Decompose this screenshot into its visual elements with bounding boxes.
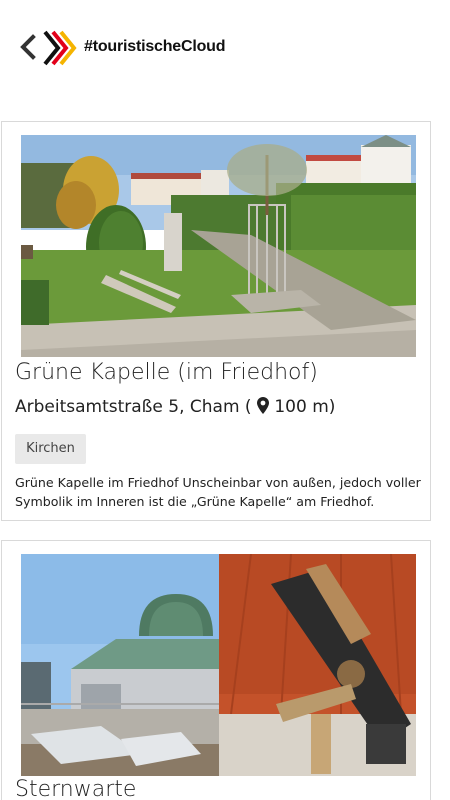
brand-title: #touristischeCloud <box>84 38 226 55</box>
chevron-left-icon[interactable] <box>18 34 38 60</box>
category-tag[interactable]: Kirchen <box>15 434 86 464</box>
distance-text: 100 m) <box>274 397 336 417</box>
poi-photo <box>21 135 416 357</box>
address-text: Arbeitsamtstraße 5, Cham ( <box>15 397 252 417</box>
map-marker-icon <box>256 397 269 414</box>
poi-card[interactable]: Sternwarte <box>1 540 431 800</box>
poi-title[interactable]: Sternwarte <box>15 777 136 800</box>
poi-description: Grüne Kapelle im Friedhof Unscheinbar vo… <box>15 475 421 509</box>
poi-address: Arbeitsamtstraße 5, Cham ( 100 m) <box>15 397 335 417</box>
poi-photo <box>21 554 416 776</box>
poi-title[interactable]: Grüne Kapelle (im Friedhof) <box>15 360 318 385</box>
chevron-stripes-logo <box>43 30 77 66</box>
app-header: #touristischeCloud <box>0 0 450 95</box>
poi-card[interactable]: Grüne Kapelle (im Friedhof) Arbeitsamtst… <box>1 121 431 521</box>
